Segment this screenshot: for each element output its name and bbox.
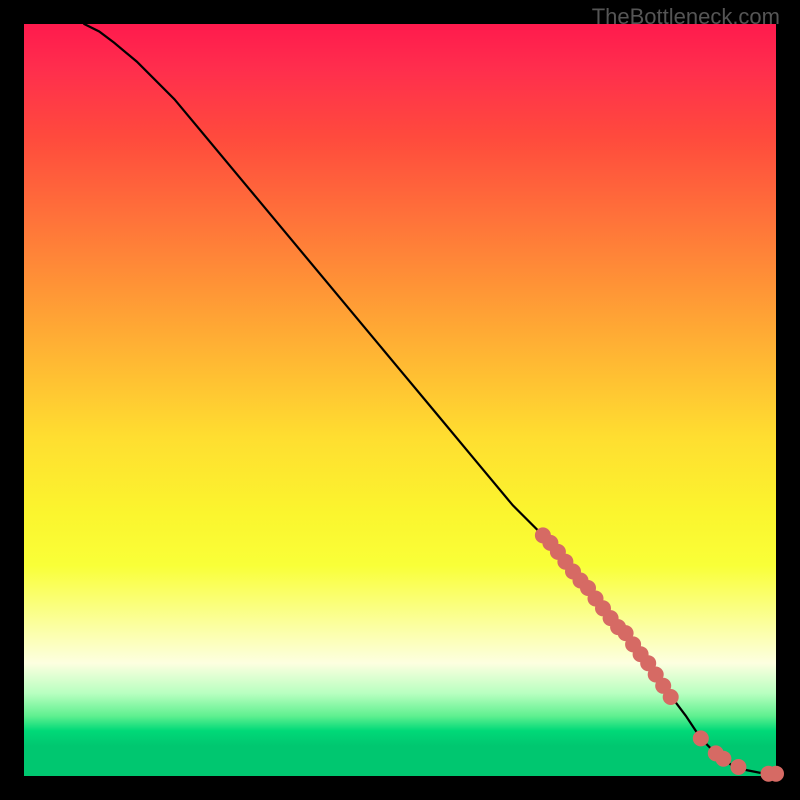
highlight-dot <box>768 766 784 782</box>
watermark-text: TheBottleneck.com <box>592 4 780 30</box>
bottleneck-curve <box>84 24 776 774</box>
chart-svg <box>24 24 776 776</box>
highlight-dot <box>730 759 746 775</box>
highlight-dot <box>663 689 679 705</box>
chart-plot-area <box>24 24 776 776</box>
highlight-dots-group <box>535 527 784 781</box>
highlight-dot <box>693 730 709 746</box>
highlight-dot <box>715 751 731 767</box>
